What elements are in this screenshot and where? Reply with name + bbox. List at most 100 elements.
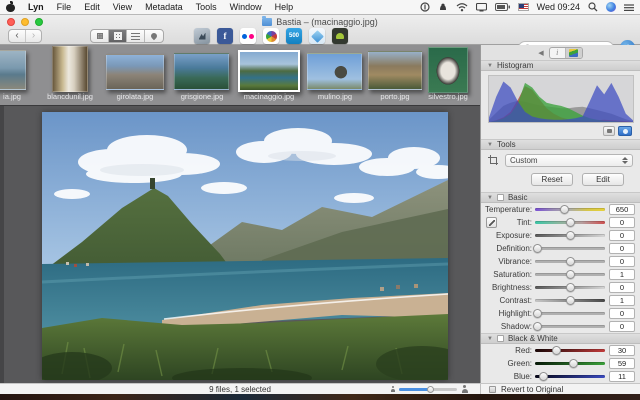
view-thumbnails-button[interactable] — [109, 30, 127, 42]
slider-track[interactable] — [535, 247, 605, 250]
battery-icon[interactable] — [495, 3, 510, 11]
disclosure-triangle[interactable]: ▼ — [487, 195, 493, 201]
slider-knob[interactable] — [560, 205, 569, 214]
disclosure-triangle[interactable]: ▼ — [487, 63, 493, 69]
menu-item-view[interactable]: View — [113, 2, 132, 12]
reset-button[interactable]: Reset — [531, 173, 573, 186]
back-button[interactable]: ‹ — [9, 30, 25, 42]
notification-app-icon[interactable] — [438, 2, 448, 12]
histogram-section-header[interactable]: ▼ Histogram — [481, 60, 640, 71]
slider-knob[interactable] — [533, 309, 542, 318]
inspector-collapse-arrow[interactable]: ◀ — [538, 49, 543, 57]
thumbnail-mulino-jpg[interactable] — [307, 53, 362, 90]
slider-value[interactable]: 30 — [609, 345, 635, 356]
slider-knob[interactable] — [533, 322, 542, 331]
preset-dropdown[interactable]: Custom — [505, 154, 633, 167]
thumbnail-ia-jpg[interactable] — [0, 50, 26, 90]
edit-button[interactable]: Edit — [582, 173, 624, 186]
picasa-icon[interactable] — [263, 28, 279, 44]
apple-menu-icon[interactable] — [6, 2, 15, 12]
slider-knob[interactable] — [552, 346, 561, 355]
slider-track[interactable] — [535, 221, 605, 224]
menu-item-tools[interactable]: Tools — [196, 2, 217, 12]
slider-knob[interactable] — [566, 270, 575, 279]
slider-track[interactable] — [535, 273, 605, 276]
section-enable-checkbox[interactable] — [497, 335, 504, 342]
slider-knob[interactable] — [569, 359, 578, 368]
slider-track[interactable] — [535, 375, 605, 378]
tools-section-header[interactable]: ▼ Tools — [481, 139, 640, 150]
slider-knob[interactable] — [566, 231, 575, 240]
menu-clock[interactable]: Wed 09:24 — [537, 2, 580, 12]
menu-app-name[interactable]: Lyn — [28, 2, 44, 12]
siri-icon[interactable] — [606, 2, 616, 12]
thumbnail-blancdunil-jpg[interactable] — [52, 46, 88, 92]
thumbnail-macinaggio-jpg[interactable] — [238, 50, 300, 92]
slider-value[interactable]: 0 — [609, 321, 635, 332]
histogram-luminance-button[interactable] — [603, 126, 615, 136]
histogram-rgb-button[interactable] — [618, 126, 632, 136]
slider-value[interactable]: 0 — [609, 282, 635, 293]
slider-value[interactable]: 1 — [609, 295, 635, 306]
slider-track[interactable] — [535, 286, 605, 289]
disclosure-triangle[interactable]: ▼ — [487, 336, 493, 342]
section-enable-checkbox[interactable] — [497, 194, 504, 201]
slider-knob[interactable] — [566, 283, 575, 292]
section-header-black-white[interactable]: ▼Black & White — [481, 333, 640, 344]
section-header-basic[interactable]: ▼Basic — [481, 192, 640, 203]
slider-track[interactable] — [535, 325, 605, 328]
zoom-slider[interactable] — [399, 388, 457, 391]
folder-proxy-icon[interactable] — [262, 18, 272, 26]
thumbnail-girolata-jpg[interactable] — [106, 54, 164, 90]
crop-tool-icon[interactable] — [488, 155, 499, 166]
android-share-icon[interactable] — [332, 28, 348, 44]
view-map-button[interactable] — [145, 30, 163, 42]
slider-value[interactable]: 650 — [609, 204, 635, 215]
zoom-out-small-icon[interactable] — [390, 386, 395, 392]
menu-item-file[interactable]: File — [57, 2, 72, 12]
slider-value[interactable]: 0 — [609, 230, 635, 241]
slider-track[interactable] — [535, 260, 605, 263]
thumbnail-porto-jpg[interactable] — [368, 51, 422, 90]
slider-knob[interactable] — [566, 296, 575, 305]
notification-center-icon[interactable] — [624, 3, 634, 12]
zoom-slider-knob[interactable] — [427, 386, 434, 393]
display-icon[interactable] — [476, 3, 487, 12]
flickr-icon[interactable] — [240, 28, 256, 44]
view-small-thumbnails-button[interactable] — [91, 30, 109, 42]
menu-item-window[interactable]: Window — [230, 2, 262, 12]
slider-knob[interactable] — [566, 257, 575, 266]
slider-track[interactable] — [535, 208, 605, 211]
tint-eyedropper-button[interactable] — [486, 217, 497, 228]
slider-value[interactable]: 0 — [609, 308, 635, 319]
viewer-app-icon[interactable] — [194, 28, 210, 44]
facebook-icon[interactable]: f — [217, 28, 233, 44]
slider-value[interactable]: 0 — [609, 217, 635, 228]
view-list-button[interactable] — [127, 30, 145, 42]
slider-track[interactable] — [535, 349, 605, 352]
slider-value[interactable]: 1 — [609, 269, 635, 280]
forward-button[interactable]: › — [25, 30, 41, 42]
slider-track[interactable] — [535, 299, 605, 302]
slider-track[interactable] — [535, 362, 605, 365]
slider-knob[interactable] — [533, 244, 542, 253]
menu-item-metadata[interactable]: Metadata — [145, 2, 183, 12]
slider-value[interactable]: 11 — [609, 371, 635, 382]
500px-icon[interactable]: 500 — [286, 28, 302, 44]
thumbnail-grisgione-jpg[interactable] — [174, 53, 229, 90]
spotlight-icon[interactable] — [588, 2, 598, 12]
menu-item-help[interactable]: Help — [275, 2, 294, 12]
slider-knob[interactable] — [539, 372, 548, 381]
slider-value[interactable]: 0 — [609, 256, 635, 267]
zoom-in-large-icon[interactable] — [461, 385, 468, 393]
disclosure-triangle[interactable]: ▼ — [487, 142, 493, 148]
slider-knob[interactable] — [566, 218, 575, 227]
slider-track[interactable] — [535, 312, 605, 315]
inspector-tab-adjust[interactable] — [566, 48, 582, 58]
status-circle-icon[interactable] — [420, 2, 430, 12]
slider-value[interactable]: 0 — [609, 243, 635, 254]
slider-value[interactable]: 59 — [609, 358, 635, 369]
keyboard-layout-flag-icon[interactable] — [518, 3, 529, 11]
thumbnail-silvestro-jpg[interactable] — [428, 47, 468, 93]
wifi-icon[interactable] — [456, 3, 468, 12]
